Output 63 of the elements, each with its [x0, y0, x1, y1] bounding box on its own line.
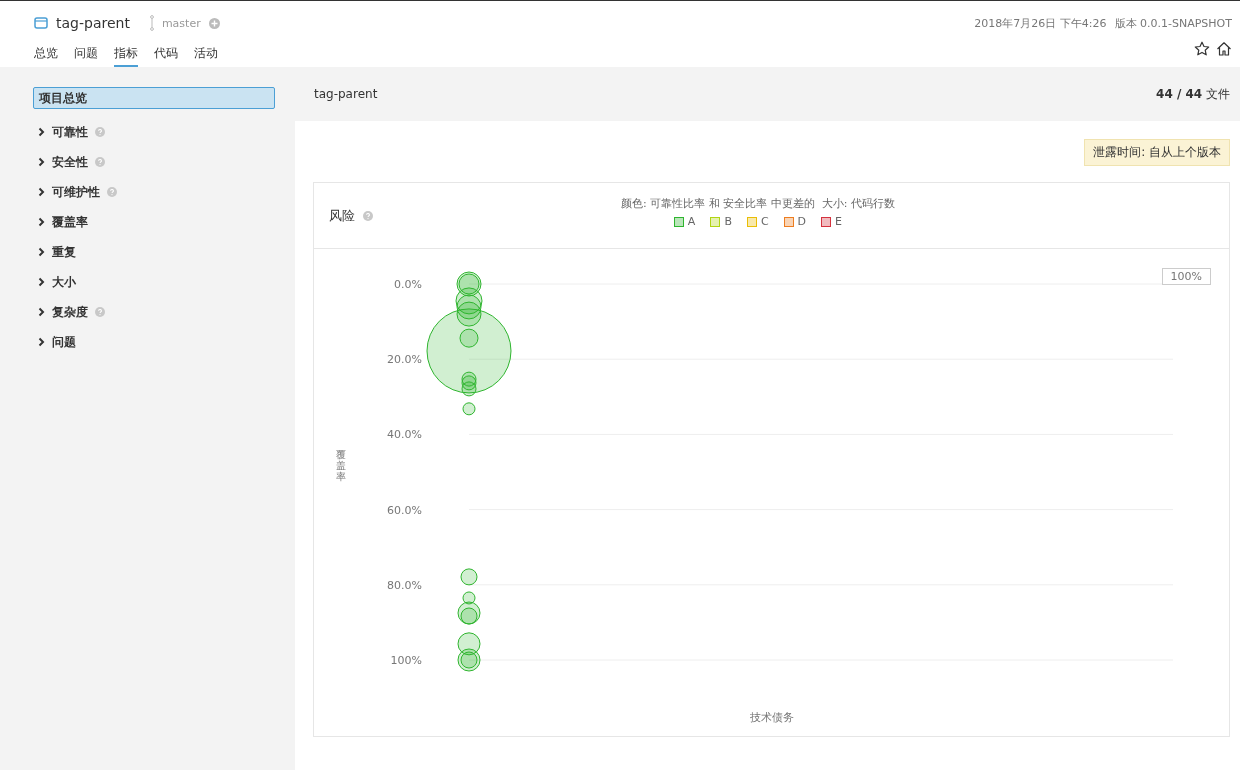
- help-icon[interactable]: [95, 307, 105, 317]
- branch-name: master: [161, 16, 201, 30]
- sidebar-item[interactable]: 项目总览: [33, 87, 275, 109]
- data-bubble[interactable]: [426, 308, 512, 394]
- legend-label: A: [687, 215, 696, 228]
- sidebar-item-label: 大小: [52, 273, 76, 291]
- sidebar-item[interactable]: 问题: [33, 327, 275, 357]
- sidebar-item-label: 覆盖率: [52, 213, 88, 231]
- legend-label: D: [797, 215, 807, 228]
- component-name: tag-parent: [314, 87, 378, 101]
- data-bubble[interactable]: [460, 568, 478, 586]
- analysis-date: 2018年7月26日 下午4:26: [974, 15, 1107, 31]
- y-tick-label: 40.0%: [387, 428, 422, 442]
- files-label: 文件: [1206, 86, 1230, 101]
- files-count: 44 / 44: [1156, 86, 1203, 101]
- help-icon[interactable]: [107, 187, 117, 197]
- sidebar-item[interactable]: 安全性: [33, 147, 275, 177]
- sidebar-item[interactable]: 覆盖率: [33, 207, 275, 237]
- star-icon[interactable]: [1194, 41, 1210, 57]
- y-tick-label: 0.0%: [394, 278, 422, 291]
- data-bubble[interactable]: [462, 591, 476, 605]
- sidebar-item[interactable]: 可维护性: [33, 177, 275, 207]
- legend-label: B: [724, 215, 732, 228]
- zoom-reset-button[interactable]: 100%: [1161, 268, 1211, 285]
- sidebar-item-label: 项目总览: [39, 89, 87, 107]
- help-icon[interactable]: [95, 127, 105, 137]
- nav-tab[interactable]: 代码: [154, 45, 178, 67]
- sidebar-item-label: 复杂度: [52, 303, 88, 321]
- help-icon[interactable]: [363, 210, 373, 221]
- data-bubble[interactable]: [457, 601, 481, 625]
- card-title: 风险: [329, 206, 355, 225]
- legend-title: 颜色: 可靠性比率 和 安全比率 中更差的 大小: 代码行数: [621, 196, 895, 211]
- sidebar-item-label: 安全性: [52, 153, 88, 171]
- sidebar-item-label: 可靠性: [52, 123, 88, 141]
- data-bubble[interactable]: [462, 402, 476, 416]
- sidebar-item[interactable]: 可靠性: [33, 117, 275, 147]
- y-tick-label: 20.0%: [387, 353, 422, 367]
- legend-label: E: [835, 215, 843, 228]
- y-tick-label: 60.0%: [387, 503, 422, 517]
- help-icon[interactable]: [95, 157, 105, 167]
- nav-tab[interactable]: 总览: [34, 45, 58, 67]
- sidebar-item-label: 重复: [52, 243, 76, 261]
- data-bubble[interactable]: [460, 607, 478, 625]
- project-name[interactable]: tag-parent: [56, 15, 130, 31]
- branch-icon: [149, 15, 154, 31]
- y-axis-label: 覆盖率: [336, 449, 346, 482]
- project-icon: [34, 17, 48, 29]
- x-axis-label: 技术债务: [750, 711, 794, 724]
- leak-period-badge: 泄露时间: 自从上个版本: [1084, 139, 1230, 166]
- plus-circle-icon[interactable]: [208, 17, 220, 29]
- y-tick-label: 80.0%: [387, 578, 422, 592]
- nav-tab[interactable]: 问题: [74, 45, 98, 67]
- sidebar-item[interactable]: 大小: [33, 267, 275, 297]
- sidebar-item[interactable]: 复杂度: [33, 297, 275, 327]
- sidebar-item-label: 问题: [52, 333, 76, 351]
- sidebar-item[interactable]: 重复: [33, 237, 275, 267]
- home-icon[interactable]: [1216, 41, 1232, 57]
- y-tick-label: 100%: [390, 654, 422, 667]
- data-bubble[interactable]: [461, 381, 477, 397]
- version-label: 版本 0.0.1-SNAPSHOT: [1114, 15, 1232, 31]
- sidebar-item-label: 可维护性: [52, 183, 100, 201]
- legend-label: C: [760, 215, 769, 228]
- nav-tab[interactable]: 活动: [194, 45, 218, 67]
